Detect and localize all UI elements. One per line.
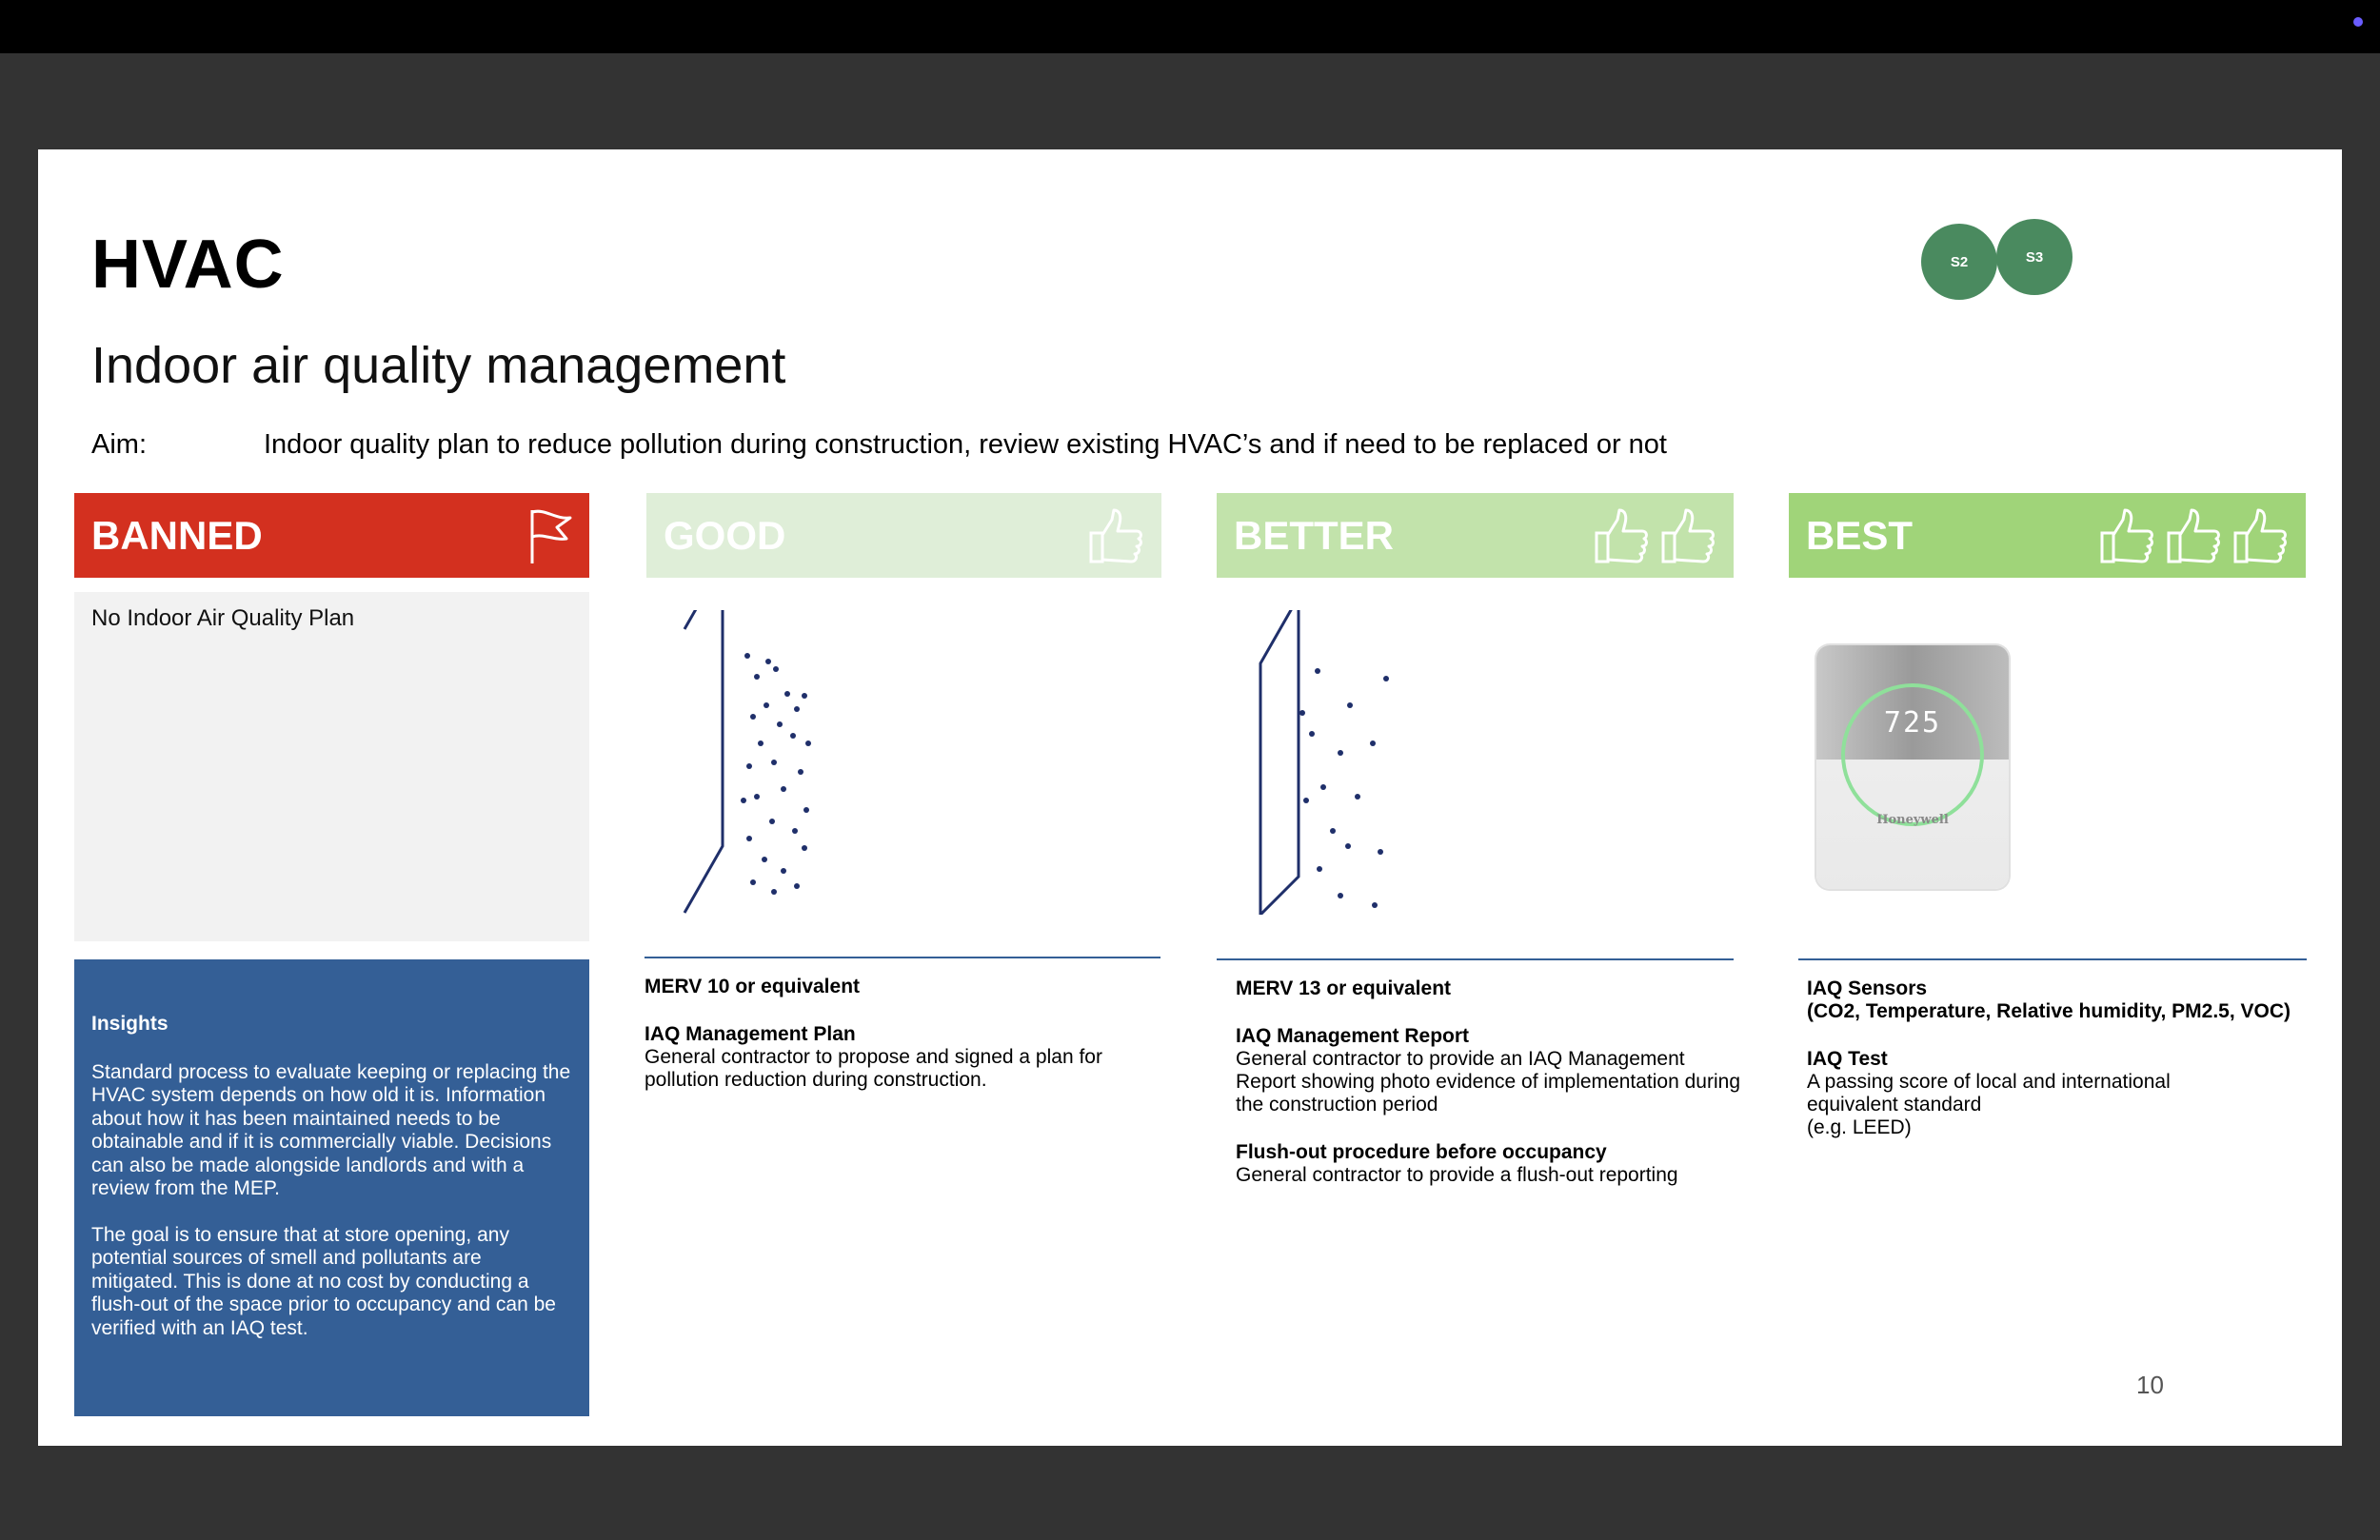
best-item2-text: A passing score of local and internation… [1807, 1071, 2171, 1116]
banned-label: BANNED [91, 512, 263, 558]
best-divider [1798, 958, 2307, 960]
aim-label: Aim: [91, 429, 147, 460]
thumbs-up-icon [1089, 508, 1142, 563]
better-divider [1217, 958, 1734, 960]
better-item2-title: Flush-out procedure before occupancy [1236, 1141, 1607, 1163]
good-header: GOOD [646, 493, 1161, 578]
banned-header: BANNED [74, 493, 589, 578]
page-number: 10 [2136, 1371, 2164, 1399]
better-item2-text: General contractor to provide a flush-ou… [1236, 1164, 1678, 1186]
good-divider [645, 957, 1160, 958]
device-brand-logo: Honeywell [1876, 813, 1949, 827]
thumbs-up-icon [1595, 508, 1648, 563]
insights-paragraph-1: Standard process to evaluate keeping or … [91, 1060, 571, 1200]
thumbs-up-icon [2167, 508, 2220, 563]
better-header: BETTER [1217, 493, 1734, 578]
device-reading: 725 [1883, 706, 1942, 740]
insights-paragraph-2: The goal is to ensure that at store open… [91, 1223, 556, 1339]
thumbs-up-icon [2100, 508, 2153, 563]
good-item-text: General contractor to propose and signed… [645, 1046, 1102, 1091]
insights-box: Insights Standard process to evaluate ke… [74, 959, 589, 1416]
recording-indicator-icon [2353, 17, 2363, 27]
slide: HVAC Indoor air quality management Aim: … [38, 149, 2342, 1446]
flag-icon [530, 509, 572, 563]
aim-text: Indoor quality plan to reduce pollution … [264, 429, 1667, 460]
best-details: IAQ Sensors (CO2, Temperature, Relative … [1807, 977, 2321, 1139]
best-header: BEST [1789, 493, 2306, 578]
banned-content-box: No Indoor Air Quality Plan [74, 592, 589, 941]
better-merv: MERV 13 or equivalent [1236, 977, 1452, 999]
thumbs-up-icon [1661, 508, 1715, 563]
iaq-sensor-device-image: 725 Honeywell [1816, 645, 2009, 889]
best-item2-note: (e.g. LEED) [1807, 1116, 1912, 1138]
better-label: BETTER [1234, 512, 1394, 558]
good-merv: MERV 10 or equivalent [645, 976, 861, 997]
badge-s3: S3 [1996, 219, 2073, 295]
thumbs-up-icon [2233, 508, 2287, 563]
slide-title: HVAC [91, 227, 285, 303]
merv10-filter-illustration [683, 610, 811, 914]
merv13-filter-illustration [1259, 610, 1389, 915]
better-details: MERV 13 or equivalent IAQ Management Rep… [1236, 977, 1750, 1187]
better-item1-text: General contractor to provide an IAQ Man… [1236, 1048, 1740, 1116]
good-label: GOOD [664, 512, 786, 558]
best-item1-title: IAQ Sensors [1807, 977, 1928, 999]
good-item-title: IAQ Management Plan [645, 1023, 856, 1045]
banned-text: No Indoor Air Quality Plan [91, 605, 355, 631]
slide-subtitle: Indoor air quality management [91, 337, 786, 394]
best-label: BEST [1806, 512, 1914, 558]
best-item1-sub: (CO2, Temperature, Relative humidity, PM… [1807, 1000, 2291, 1022]
best-item2-title: IAQ Test [1807, 1048, 1888, 1070]
insights-title: Insights [91, 1013, 169, 1035]
better-item1-title: IAQ Management Report [1236, 1025, 1470, 1047]
device-ring [1841, 683, 1984, 826]
badge-s2: S2 [1921, 224, 1997, 300]
good-details: MERV 10 or equivalent IAQ Management Pla… [645, 976, 1163, 1092]
top-bar [0, 0, 2380, 53]
